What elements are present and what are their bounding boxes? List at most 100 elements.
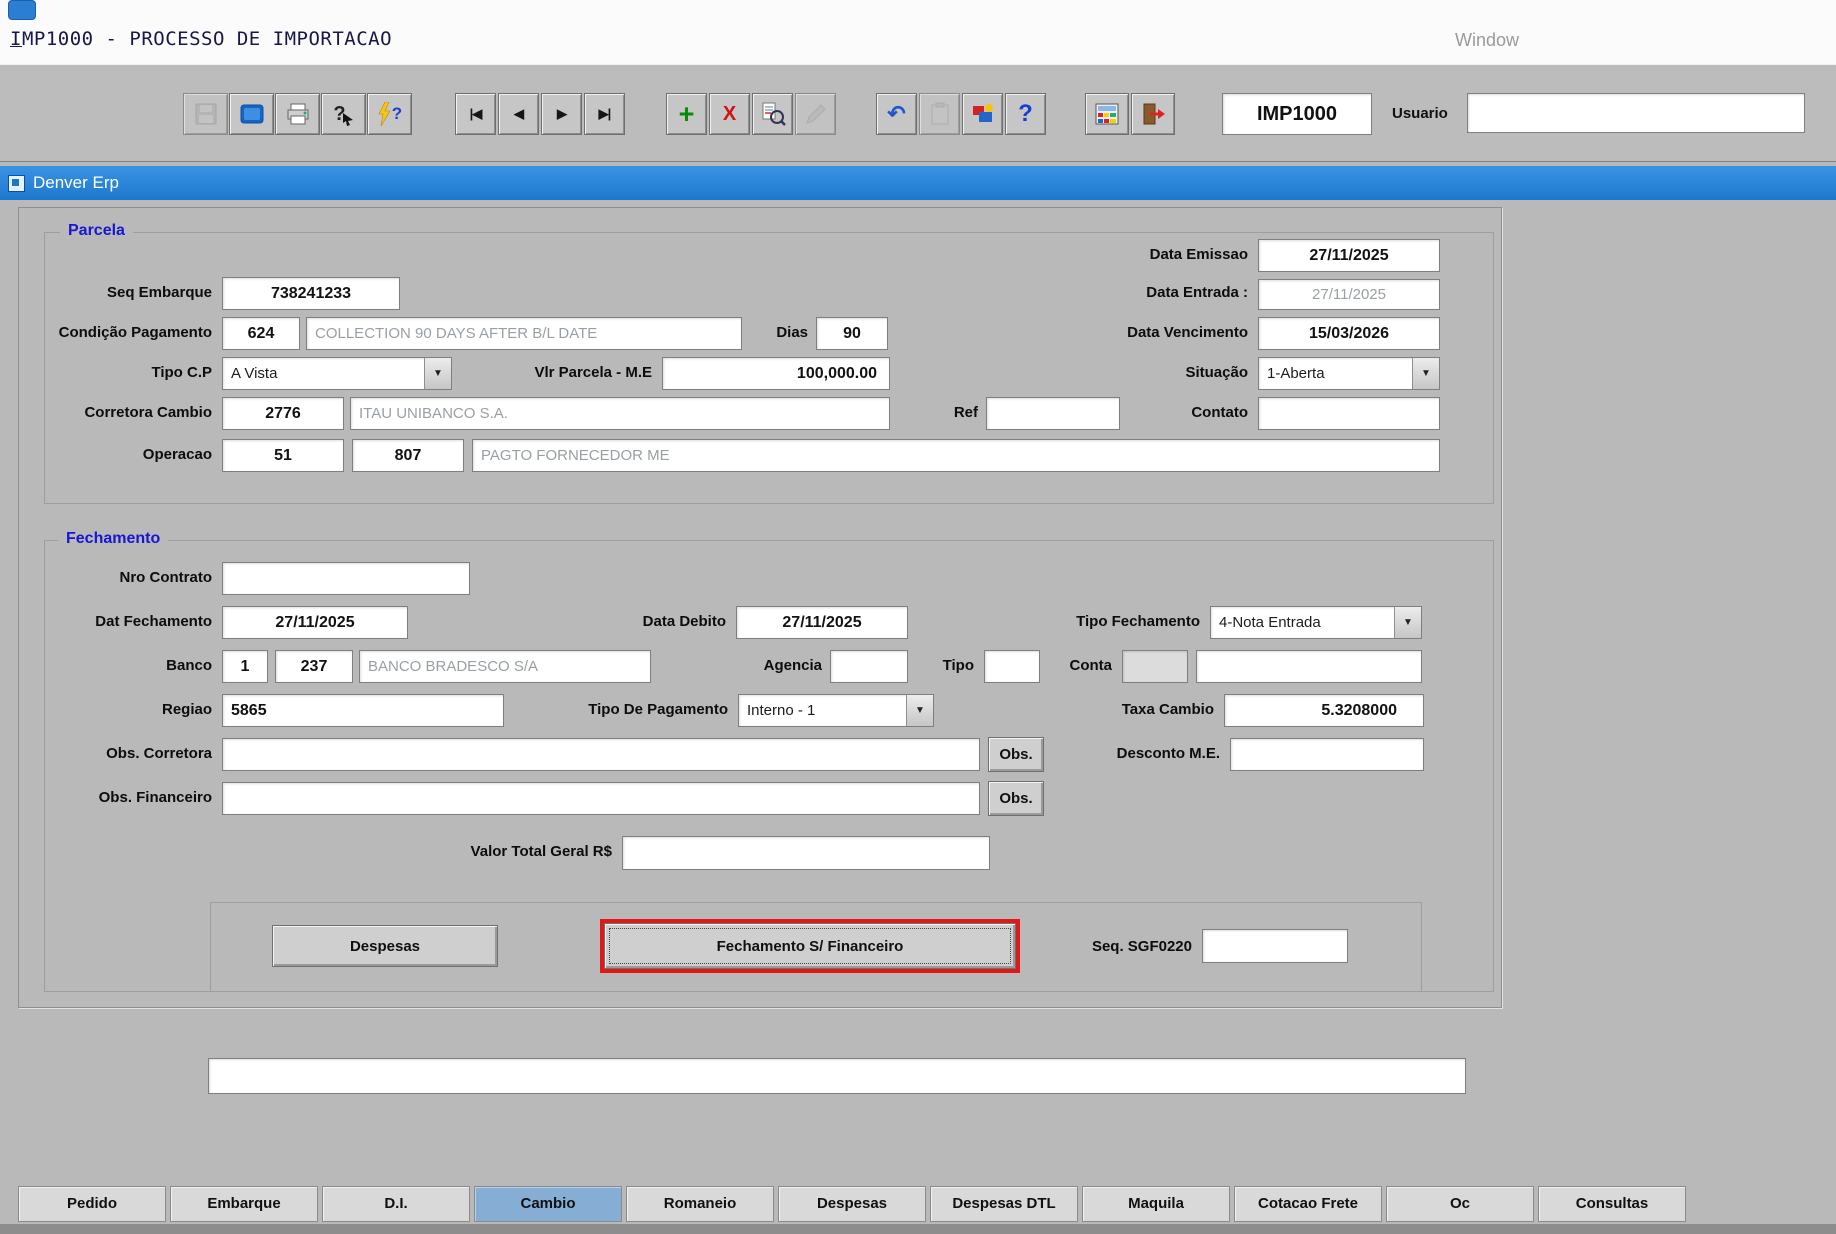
tab-di[interactable]: D.I. — [322, 1186, 470, 1222]
app-banner: Denver Erp — [0, 166, 1836, 200]
valor-total-field[interactable] — [622, 836, 990, 870]
tipo-cp-value: A Vista — [223, 365, 424, 382]
data-emissao-field[interactable] — [1258, 239, 1440, 272]
lightning-icon — [377, 102, 391, 126]
dat-fechamento-field[interactable] — [222, 606, 408, 639]
window-menu[interactable]: Window — [1455, 30, 1519, 51]
tab-despesas-dtl[interactable]: Despesas DTL — [930, 1186, 1078, 1222]
nav-first-button[interactable]: |◀ — [455, 93, 496, 135]
banco-code1-field[interactable] — [222, 650, 268, 683]
print-button[interactable] — [275, 93, 320, 135]
obs-corretora-field[interactable] — [222, 738, 980, 771]
agencia-field[interactable] — [830, 650, 908, 683]
conta2-field[interactable] — [1196, 650, 1422, 683]
screen-icon — [239, 101, 265, 127]
condicao-pagamento-code-field[interactable] — [222, 317, 300, 350]
obs-corretora-button[interactable]: Obs. — [988, 737, 1044, 772]
tab-embarque[interactable]: Embarque — [170, 1186, 318, 1222]
ref-label: Ref — [928, 404, 978, 421]
data-debito-field[interactable] — [736, 606, 908, 639]
tab-romaneio[interactable]: Romaneio — [626, 1186, 774, 1222]
situacao-select[interactable]: 1-Aberta ▼ — [1258, 357, 1440, 390]
tab-cotacao-frete[interactable]: Cotacao Frete — [1234, 1186, 1382, 1222]
nav-next-icon: ▶ — [557, 106, 566, 122]
fechamento-group-label: Fechamento — [58, 530, 168, 548]
tab-oc[interactable]: Oc — [1386, 1186, 1534, 1222]
chevron-down-icon[interactable]: ▼ — [1394, 607, 1421, 638]
tipo-cp-label: Tipo C.P — [108, 364, 212, 381]
contato-field[interactable] — [1258, 397, 1440, 430]
help-pointer-button[interactable]: ? — [321, 93, 366, 135]
obs-financeiro-button[interactable]: Obs. — [988, 781, 1044, 816]
desconto-me-label: Desconto M.E. — [1078, 745, 1220, 762]
seq-embarque-field[interactable] — [222, 277, 400, 310]
contato-label: Contato — [1148, 404, 1248, 421]
help-icon: ? — [1018, 100, 1033, 128]
nav-prev-icon: ◀ — [514, 106, 523, 122]
delete-record-button[interactable]: X — [709, 93, 750, 135]
seq-sgf-field[interactable] — [1202, 929, 1348, 963]
ref-field[interactable] — [986, 397, 1120, 430]
tab-pedido[interactable]: Pedido — [18, 1186, 166, 1222]
fechamento-sf-button[interactable]: Fechamento S/ Financeiro — [604, 923, 1016, 969]
tipo-label: Tipo — [920, 657, 974, 674]
vlr-parcela-field[interactable] — [662, 357, 890, 390]
wizard-help-button[interactable]: ? — [367, 93, 412, 135]
chevron-down-icon[interactable]: ▼ — [906, 695, 933, 726]
nav-last-button[interactable]: ▶| — [584, 93, 625, 135]
regiao-field[interactable] — [222, 694, 504, 727]
tab-consultas[interactable]: Consultas — [1538, 1186, 1686, 1222]
paste-button[interactable] — [919, 93, 960, 135]
undo-button[interactable]: ↶ — [876, 93, 917, 135]
banco-desc-field — [359, 650, 651, 683]
tipo-pagamento-select[interactable]: Interno - 1 ▼ — [738, 694, 934, 727]
data-vencimento-field[interactable] — [1258, 317, 1440, 350]
usuario-input[interactable] — [1467, 93, 1805, 133]
tab-maquila[interactable]: Maquila — [1082, 1186, 1230, 1222]
tipo-cp-select[interactable]: A Vista ▼ — [222, 357, 452, 390]
undo-icon: ↶ — [887, 101, 905, 127]
calculator-button[interactable] — [1085, 93, 1129, 135]
window-icon[interactable] — [8, 0, 36, 20]
add-record-button[interactable]: + — [666, 93, 707, 135]
data-entrada-field — [1258, 279, 1440, 310]
conta-label: Conta — [1056, 657, 1112, 674]
save-button[interactable] — [183, 93, 228, 135]
message-field[interactable] — [208, 1058, 1466, 1094]
nav-next-button[interactable]: ▶ — [541, 93, 582, 135]
help-button[interactable]: ? — [1005, 93, 1046, 135]
nav-prev-button[interactable]: ◀ — [498, 93, 539, 135]
operacao-desc-field — [472, 439, 1440, 472]
dias-field[interactable] — [816, 317, 888, 350]
despesas-button[interactable]: Despesas — [272, 925, 498, 967]
operacao-code1-field[interactable] — [222, 439, 344, 472]
tab-cambio[interactable]: Cambio — [474, 1186, 622, 1222]
edit-button[interactable] — [795, 93, 836, 135]
nro-contrato-field[interactable] — [222, 562, 470, 595]
desconto-me-field[interactable] — [1230, 738, 1424, 771]
lov-button[interactable] — [962, 93, 1003, 135]
corretora-cambio-label: Corretora Cambio — [26, 404, 212, 421]
tab-despesas[interactable]: Despesas — [778, 1186, 926, 1222]
titlebar: IMP1000 - PROCESSO DE IMPORTACAO Window — [0, 0, 1836, 64]
exit-button[interactable] — [1131, 93, 1175, 135]
tipo-fechamento-select[interactable]: 4-Nota Entrada ▼ — [1210, 606, 1422, 639]
banco-label: Banco — [130, 657, 212, 674]
corretora-code-field[interactable] — [222, 397, 344, 430]
tipo-pagamento-value: Interno - 1 — [739, 702, 906, 719]
tipo-fechamento-label: Tipo Fechamento — [1038, 613, 1200, 630]
taxa-cambio-field[interactable] — [1224, 694, 1424, 727]
seq-embarque-label: Seq Embarque — [60, 284, 212, 301]
query-button[interactable] — [752, 93, 793, 135]
query-icon — [760, 101, 786, 127]
chevron-down-icon[interactable]: ▼ — [1412, 358, 1439, 389]
chevron-down-icon[interactable]: ▼ — [424, 358, 451, 389]
dat-fechamento-label: Dat Fechamento — [46, 613, 212, 630]
obs-financeiro-field[interactable] — [222, 782, 980, 815]
screen-button[interactable] — [229, 93, 274, 135]
banco-code2-field[interactable] — [275, 650, 353, 683]
app-name: Denver Erp — [33, 173, 119, 193]
operacao-code2-field[interactable] — [352, 439, 464, 472]
tipo-field[interactable] — [984, 650, 1040, 683]
obs-corretora-label: Obs. Corretora — [46, 745, 212, 762]
